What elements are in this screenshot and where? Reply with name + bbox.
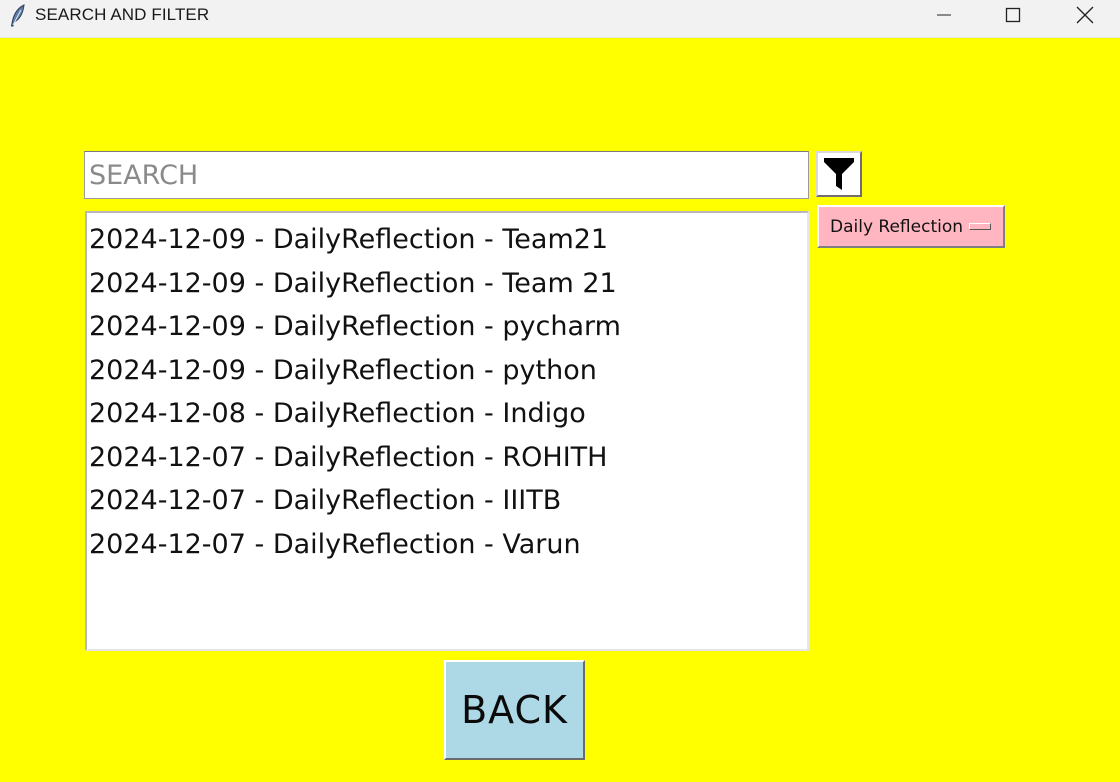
list-item[interactable]: 2024-12-09 - DailyReflection - Team21	[89, 218, 807, 262]
minimize-button[interactable]	[909, 0, 979, 30]
close-icon	[1076, 6, 1094, 24]
title-bar[interactable]: SEARCH AND FILTER	[0, 0, 1120, 38]
list-item[interactable]: 2024-12-09 - DailyReflection - Team 21	[89, 262, 807, 306]
list-item[interactable]: 2024-12-08 - DailyReflection - Indigo	[89, 392, 807, 436]
list-item[interactable]: 2024-12-09 - DailyReflection - python	[89, 349, 807, 393]
list-item[interactable]: 2024-12-07 - DailyReflection - Varun	[89, 523, 807, 567]
app-window: SEARCH AND FILTER Daily Reflecti	[0, 0, 1120, 782]
category-dropdown[interactable]: Daily Reflection	[817, 205, 1005, 248]
search-input[interactable]	[84, 151, 809, 199]
main-panel: Daily Reflection 2024-12-09 - DailyRefle…	[0, 38, 1120, 782]
window-title: SEARCH AND FILTER	[35, 5, 210, 24]
maximize-button[interactable]	[978, 0, 1048, 30]
dropdown-selected-value: Daily Reflection	[830, 216, 964, 237]
minimize-icon	[937, 14, 951, 16]
filter-button[interactable]	[816, 151, 862, 197]
close-button[interactable]	[1050, 0, 1120, 30]
results-listbox[interactable]: 2024-12-09 - DailyReflection - Team21 20…	[85, 211, 809, 651]
list-item[interactable]: 2024-12-09 - DailyReflection - pycharm	[89, 305, 807, 349]
list-item[interactable]: 2024-12-07 - DailyReflection - ROHITH	[89, 436, 807, 480]
list-item[interactable]: 2024-12-07 - DailyReflection - IIITB	[89, 479, 807, 523]
filter-funnel-icon	[824, 158, 854, 190]
maximize-icon	[1005, 7, 1021, 23]
back-button[interactable]: BACK	[444, 660, 585, 760]
dropdown-indicator-icon	[969, 223, 991, 230]
feather-icon	[10, 4, 25, 27]
